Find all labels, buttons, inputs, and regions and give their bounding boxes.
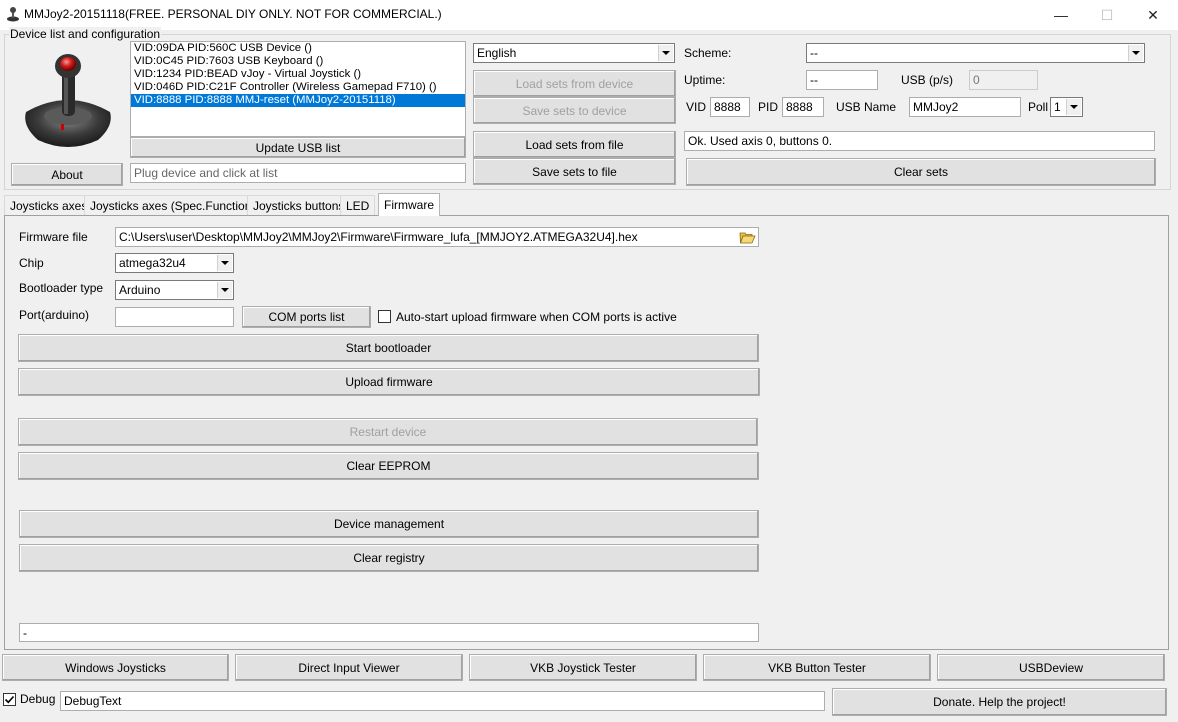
folder-open-icon[interactable] xyxy=(739,229,756,245)
device-listbox[interactable]: VID:09DA PID:560C USB Device () VID:0C45… xyxy=(130,41,466,137)
load-sets-from-device-button[interactable]: Load sets from device xyxy=(473,70,676,97)
start-bootloader-button[interactable]: Start bootloader xyxy=(18,334,759,362)
clear-sets-button[interactable]: Clear sets xyxy=(686,158,1156,186)
usb-ps-label: USB (p/s) xyxy=(901,73,954,87)
list-item[interactable]: VID:046D PID:C21F Controller (Wireless G… xyxy=(131,81,465,94)
poll-value: 1 xyxy=(1054,100,1061,114)
title-bar: MMJoy2-20151118(FREE. PERSONAL DIY ONLY.… xyxy=(0,0,1178,30)
vid-label: VID xyxy=(686,100,707,114)
autostart-label: Auto-start upload firmware when COM port… xyxy=(396,310,677,324)
clear-eeprom-button[interactable]: Clear EEPROM xyxy=(18,452,759,480)
port-arduino-field[interactable] xyxy=(115,307,234,327)
firmware-file-path: C:\Users\user\Desktop\MMJoy2\MMJoy2\Firm… xyxy=(119,230,638,244)
debug-text-field[interactable]: DebugText xyxy=(60,691,825,711)
restart-device-button[interactable]: Restart device xyxy=(18,418,758,446)
donate-button[interactable]: Donate. Help the project! xyxy=(832,688,1167,716)
save-sets-to-file-button[interactable]: Save sets to file xyxy=(473,158,676,185)
uptime-field: -- xyxy=(806,70,878,90)
direct-input-viewer-button[interactable]: Direct Input Viewer xyxy=(235,654,463,681)
firmware-file-label: Firmware file xyxy=(19,230,88,244)
usbdeview-button[interactable]: USBDeview xyxy=(937,654,1165,681)
chip-value: atmega32u4 xyxy=(119,256,186,270)
tab-joysticks-axes[interactable]: Joysticks axes xyxy=(4,195,94,215)
tab-joysticks-axes-spec[interactable]: Joysticks axes (Spec.Functions) xyxy=(84,195,268,215)
chevron-down-icon xyxy=(658,45,673,61)
com-ports-list-button[interactable]: COM ports list xyxy=(242,306,371,328)
port-arduino-label: Port(arduino) xyxy=(19,308,90,322)
list-item-selected[interactable]: VID:8888 PID:8888 MMJ-reset (MMJoy2-2015… xyxy=(131,94,465,107)
uptime-label: Uptime: xyxy=(684,73,726,87)
autostart-checkbox[interactable] xyxy=(378,310,391,323)
bootloader-type-value: Arduino xyxy=(119,283,161,297)
usb-name-field[interactable]: MMJoy2 xyxy=(909,97,1021,117)
debug-checkbox[interactable] xyxy=(3,693,16,706)
checkmark-icon xyxy=(4,695,15,704)
pid-label: PID xyxy=(758,100,779,114)
device-management-button[interactable]: Device management xyxy=(19,510,759,538)
list-item[interactable]: VID:09DA PID:560C USB Device () xyxy=(131,42,465,55)
about-button[interactable]: About xyxy=(11,163,123,186)
update-usb-list-button[interactable]: Update USB list xyxy=(130,137,466,158)
upload-firmware-button[interactable]: Upload firmware xyxy=(18,368,760,396)
bootloader-type-select[interactable]: Arduino xyxy=(115,280,234,300)
poll-label: Poll xyxy=(1028,100,1049,114)
save-sets-to-device-button[interactable]: Save sets to device xyxy=(473,97,676,124)
clear-registry-button[interactable]: Clear registry xyxy=(19,544,759,572)
pid-field[interactable]: 8888 xyxy=(782,97,824,117)
list-item[interactable]: VID:0C45 PID:7603 USB Keyboard () xyxy=(131,55,465,68)
joystick-icon xyxy=(7,7,19,22)
load-sets-from-file-button[interactable]: Load sets from file xyxy=(473,131,676,158)
firmware-log-field: - xyxy=(19,623,759,642)
device-status-field[interactable]: Plug device and click at list xyxy=(130,163,466,183)
language-select[interactable]: English xyxy=(473,43,675,63)
chevron-down-icon xyxy=(217,255,232,271)
chevron-down-icon xyxy=(1066,99,1081,115)
scheme-value: -- xyxy=(810,46,818,60)
vkb-button-tester-button[interactable]: VKB Button Tester xyxy=(703,654,931,681)
maximize-button[interactable]: ☐ xyxy=(1084,0,1130,30)
vid-field[interactable]: 8888 xyxy=(710,97,750,117)
chevron-down-icon xyxy=(217,282,232,298)
debug-label: Debug xyxy=(20,692,56,706)
usb-name-label: USB Name xyxy=(836,100,897,114)
window-title: MMJoy2-20151118(FREE. PERSONAL DIY ONLY.… xyxy=(24,7,442,21)
vkb-joystick-tester-button[interactable]: VKB Joystick Tester xyxy=(469,654,697,681)
windows-joysticks-button[interactable]: Windows Joysticks xyxy=(2,654,229,681)
chip-select[interactable]: atmega32u4 xyxy=(115,253,234,273)
joystick-logo-image xyxy=(25,54,111,147)
scheme-select[interactable]: -- xyxy=(806,43,1145,63)
chip-label: Chip xyxy=(19,256,44,270)
firmware-file-field[interactable]: C:\Users\user\Desktop\MMJoy2\MMJoy2\Firm… xyxy=(115,227,759,247)
list-item[interactable]: VID:1234 PID:BEAD vJoy - Virtual Joystic… xyxy=(131,68,465,81)
tab-firmware[interactable]: Firmware xyxy=(378,193,440,216)
tab-joysticks-buttons[interactable]: Joysticks buttons xyxy=(247,195,351,215)
info-status-field: Ok. Used axis 0, buttons 0. xyxy=(684,131,1155,151)
minimize-button[interactable]: — xyxy=(1038,0,1084,30)
poll-select[interactable]: 1 xyxy=(1050,97,1083,117)
language-value: English xyxy=(477,46,517,60)
chevron-down-icon xyxy=(1128,45,1143,61)
bootloader-type-label: Bootloader type xyxy=(19,281,104,295)
scheme-label: Scheme: xyxy=(684,46,732,60)
device-group-legend: Device list and configuration xyxy=(9,27,162,41)
usb-ps-field: 0 xyxy=(969,70,1038,90)
close-button[interactable]: ✕ xyxy=(1130,0,1176,30)
tab-led[interactable]: LED xyxy=(340,195,376,215)
